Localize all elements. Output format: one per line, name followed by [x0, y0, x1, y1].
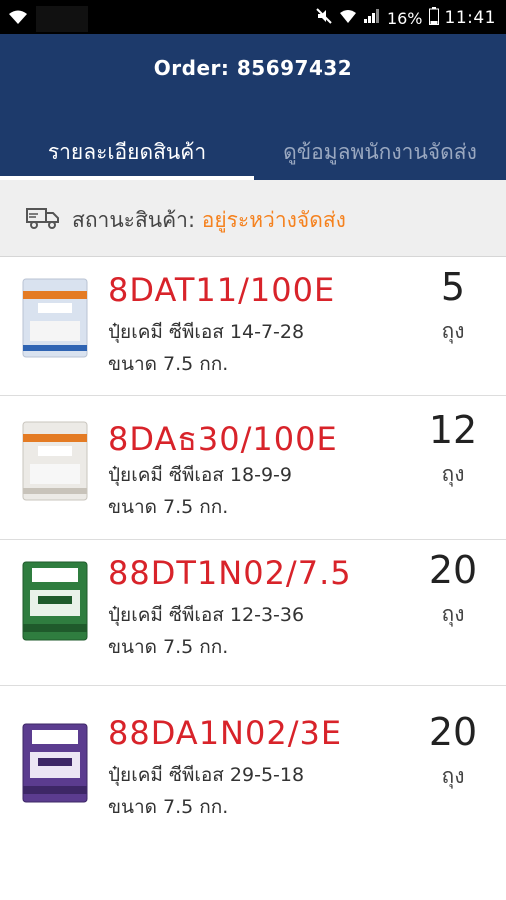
- product-name: ปุ๋ยเคมี ซีพีเอส 14-7-28: [108, 321, 305, 343]
- cellular-signal-icon: [363, 8, 381, 28]
- product-code: 8DAT11/100E: [108, 271, 336, 309]
- list-item[interactable]: 88DT1N02/7.5 ปุ๋ยเคมี ซีพีเอส 12-3-36 ขน…: [0, 540, 506, 686]
- wifi-icon: [8, 9, 28, 29]
- list-item[interactable]: 8DAธ30/100E ปุ๋ยเคมี ซีพีเอส 18-9-9 ขนาด…: [0, 396, 506, 540]
- product-bag-image: [22, 421, 88, 501]
- tab-product-details[interactable]: รายละเอียดสินค้า: [0, 132, 254, 172]
- app-header: Order: 85697432 รายละเอียดสินค้า ดูข้อมู…: [0, 34, 506, 180]
- clock: 11:41: [444, 8, 496, 28]
- product-name: ปุ๋ยเคมี ซีพีเอส 29-5-18: [108, 764, 305, 786]
- product-size: ขนาด 7.5 กก.: [108, 496, 229, 518]
- product-name: ปุ๋ยเคมี ซีพีเอส 12-3-36: [108, 604, 305, 626]
- product-bag-image: [22, 561, 88, 641]
- status-bar-right: 16% 11:41: [315, 7, 496, 29]
- wifi-signal-icon: [339, 8, 357, 28]
- status-label: สถานะสินค้า:: [72, 208, 202, 232]
- status-bar: 16% 11:41: [0, 0, 506, 34]
- list-item[interactable]: 8DAT11/100E ปุ๋ยเคมี ซีพีเอส 14-7-28 ขนา…: [0, 257, 506, 396]
- mute-icon: [315, 7, 333, 29]
- product-unit: ถุง: [441, 764, 465, 788]
- product-size: ขนาด 7.5 กก.: [108, 353, 229, 375]
- list-item[interactable]: 88DA1N02/3E ปุ๋ยเคมี ซีพีเอส 29-5-18 ขนา…: [0, 686, 506, 846]
- product-unit: ถุง: [441, 319, 465, 343]
- product-size: ขนาด 7.5 กก.: [108, 636, 229, 658]
- product-quantity: 20: [428, 548, 478, 592]
- product-unit: ถุง: [441, 462, 465, 486]
- product-quantity: 20: [428, 710, 478, 754]
- product-code: 8DAธ30/100E: [108, 420, 338, 458]
- notification-placeholder: [36, 6, 88, 32]
- product-bag-image: [22, 723, 88, 803]
- product-code: 88DT1N02/7.5: [108, 554, 352, 592]
- product-name: ปุ๋ยเคมี ซีพีเอส 18-9-9: [108, 464, 292, 486]
- battery-icon: [428, 7, 439, 29]
- status-text: สถานะสินค้า: อยู่ระหว่างจัดส่ง: [72, 204, 346, 237]
- product-quantity: 5: [440, 265, 466, 309]
- product-code: 88DA1N02/3E: [108, 714, 343, 752]
- status-bar-left: [8, 6, 88, 32]
- order-title: Order: 85697432: [153, 56, 353, 80]
- product-quantity: 12: [428, 408, 478, 452]
- product-size: ขนาด 7.5 กก.: [108, 796, 229, 818]
- truck-icon: [26, 206, 60, 234]
- status-value: อยู่ระหว่างจัดส่ง: [201, 208, 346, 232]
- product-unit: ถุง: [441, 602, 465, 626]
- product-bag-image: [22, 278, 88, 358]
- tab-delivery-staff[interactable]: ดูข้อมูลพนักงานจัดส่ง: [254, 132, 506, 172]
- battery-percent: 16%: [386, 8, 423, 28]
- shipment-status-row: สถานะสินค้า: อยู่ระหว่างจัดส่ง: [0, 180, 506, 257]
